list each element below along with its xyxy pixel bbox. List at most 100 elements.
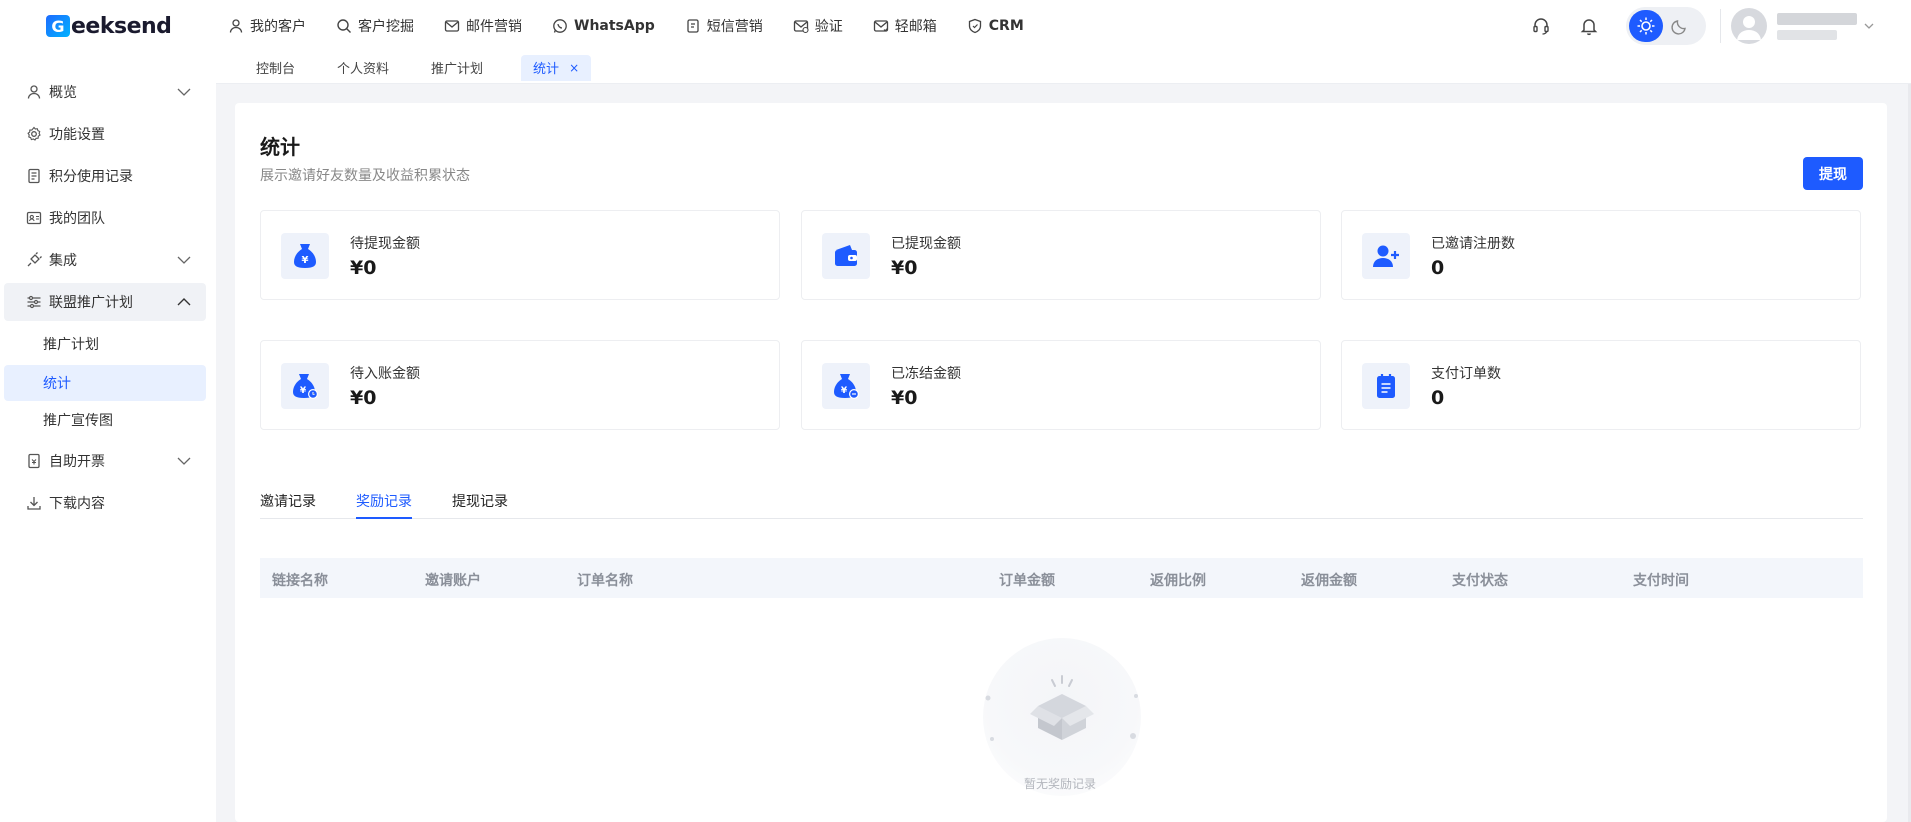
bell-icon[interactable] [1578,15,1600,37]
add-user-icon [1362,233,1410,279]
column-header[interactable]: 返佣金额 [1301,570,1357,590]
tab-statistics[interactable]: 统计 × [521,54,592,81]
plug-icon [25,251,43,269]
stat-card-pending-withdraw: ¥ 待提现金额 ¥0 [260,210,780,300]
top-nav: 我的客户 客户挖掘 邮件营销 WhatsApp 短信营销 验证 轻邮箱 CRM [228,0,1054,52]
sun-icon[interactable] [1629,10,1663,42]
chevron-down-icon [176,252,192,272]
sidebar-sub-promotion-plan[interactable]: 推广计划 [4,326,206,362]
sidebar-item-label: 下载内容 [49,496,105,512]
sidebar: 概览 功能设置 积分使用记录 我的团队 集成 联盟推广计划 推广计划 统计 推广… [0,52,216,822]
sidebar-item-affiliate[interactable]: 联盟推广计划 [4,283,206,321]
wallet-icon [822,233,870,279]
column-header[interactable]: 返佣比例 [1150,570,1206,590]
sidebar-sub-promo-images[interactable]: 推广宣传图 [4,402,206,438]
stat-label: 待入账金额 [350,366,420,382]
column-header[interactable]: 支付状态 [1452,570,1508,590]
empty-box-icon [985,675,1138,741]
stat-label: 已邀请注册数 [1431,236,1515,252]
brand-logo[interactable]: G eeksend [46,12,172,40]
user-icon [25,83,43,101]
column-header[interactable]: 支付时间 [1633,570,1689,590]
stat-label: 已提现金额 [891,236,961,252]
crm-icon [967,18,983,34]
stat-value: ¥0 [350,387,377,409]
topnav-whatsapp[interactable]: WhatsApp [552,18,655,34]
stat-value: 0 [1431,257,1445,279]
sliders-icon [25,293,43,311]
page-title: 统计 [260,135,300,159]
stat-card-pending-credit: ¥ 待入账金额 ¥0 [260,340,780,430]
page-subtitle: 展示邀请好友数量及收益积累状态 [260,168,470,184]
topnav-label: 验证 [814,19,843,35]
column-header[interactable]: 邀请账户 [425,570,481,590]
user-menu[interactable] [1731,8,1875,44]
divider [1720,9,1721,43]
stat-card-paid-orders: 支付订单数 0 [1341,340,1861,430]
theme-toggle[interactable] [1626,7,1706,45]
tab-invite-records[interactable]: 邀请记录 [260,491,316,519]
light-mail-icon [873,18,889,34]
topnav-label: 邮件营销 [466,19,522,35]
clipboard-icon [1362,363,1410,409]
stat-label: 支付订单数 [1431,366,1501,382]
sidebar-item-points-log[interactable]: 积分使用记录 [4,157,206,195]
tab-promotion-plan[interactable]: 推广计划 [413,55,501,81]
mail-icon [444,18,460,34]
chevron-down-icon [1863,17,1875,36]
column-header[interactable]: 链接名称 [272,570,328,590]
sidebar-item-invoice[interactable]: 自助开票 [4,442,206,480]
download-icon [25,494,43,512]
brand-name: eeksend [71,13,172,39]
topnav-label: 轻邮箱 [894,19,937,35]
column-header[interactable]: 订单名称 [577,570,633,590]
topnav-email-marketing[interactable]: 邮件营销 [444,16,522,36]
topnav-sms-marketing[interactable]: 短信营销 [685,16,763,36]
sidebar-item-settings[interactable]: 功能设置 [4,115,206,153]
svg-text:¥: ¥ [300,386,307,396]
search-icon [336,18,352,34]
money-bag-frozen-icon: ¥ [822,363,870,409]
sidebar-item-label: 积分使用记录 [49,169,133,185]
user-icon [228,18,244,34]
sidebar-item-label: 功能设置 [49,127,105,143]
sidebar-item-label: 联盟推广计划 [49,295,133,311]
money-bag-clock-icon: ¥ [281,363,329,409]
topnav-my-customers[interactable]: 我的客户 [228,16,306,36]
topnav-verify[interactable]: 验证 [793,16,843,36]
sidebar-item-integration[interactable]: 集成 [4,241,206,279]
sidebar-item-label: 自助开票 [49,454,105,470]
money-bag-icon: ¥ [281,233,329,279]
stat-value: 0 [1431,387,1445,409]
sidebar-item-downloads[interactable]: 下载内容 [4,484,206,522]
tab-profile[interactable]: 个人资料 [319,55,407,81]
top-right-tools [1530,0,1911,52]
topnav-light-mail[interactable]: 轻邮箱 [873,16,937,36]
tab-withdraw-records[interactable]: 提现记录 [452,491,508,519]
sidebar-item-my-team[interactable]: 我的团队 [4,199,206,237]
sidebar-item-label: 我的团队 [49,211,105,227]
column-header[interactable]: 订单金额 [999,570,1055,590]
moon-icon[interactable] [1663,10,1697,42]
withdraw-button[interactable]: 提现 [1803,157,1863,190]
logo-mark: G [46,15,70,37]
sidebar-item-label: 概览 [49,85,77,101]
gear-icon [25,125,43,143]
tab-label: 统计 [533,62,560,77]
verify-icon [793,18,809,34]
close-icon[interactable]: × [569,61,579,75]
stat-label: 已冻结金额 [891,366,961,382]
sidebar-item-overview[interactable]: 概览 [4,73,206,111]
headset-icon[interactable] [1530,15,1552,37]
tab-reward-records[interactable]: 奖励记录 [356,491,412,519]
topnav-customer-mining[interactable]: 客户挖掘 [336,16,414,36]
empty-state-illustration [983,638,1141,796]
topnav-label: 短信营销 [706,19,763,35]
topnav-crm[interactable]: CRM [967,18,1024,34]
stat-card-invited-registrations: 已邀请注册数 0 [1341,210,1861,300]
sidebar-sub-statistics[interactable]: 统计 [4,365,206,401]
svg-text:¥: ¥ [841,386,848,396]
topnav-label: WhatsApp [574,18,655,34]
tab-dashboard[interactable]: 控制台 [238,55,313,81]
topnav-label: 我的客户 [250,19,306,35]
